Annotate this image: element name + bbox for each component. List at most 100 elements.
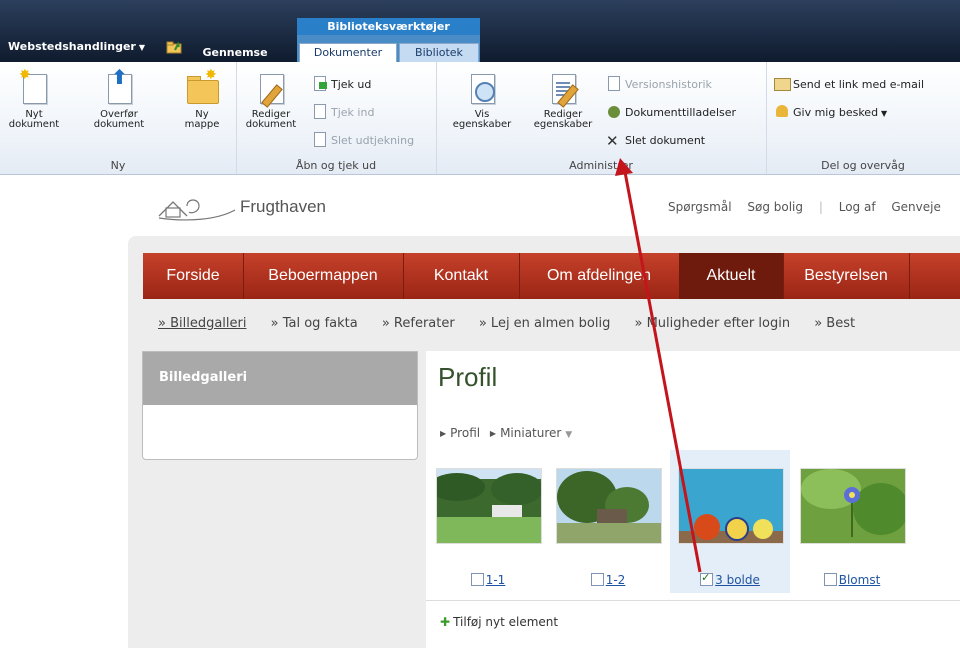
- new-document-icon: ✸: [17, 68, 51, 106]
- tab-browse[interactable]: Gennemse: [200, 44, 270, 62]
- thumbnail-link[interactable]: Blomst: [839, 573, 881, 587]
- group-label-manage: Administrer: [569, 159, 633, 172]
- new-document-button[interactable]: ✸ Nyt dokument: [6, 68, 62, 130]
- thumbnail-label: Blomst: [792, 573, 912, 587]
- breadcrumb-profil[interactable]: Profil: [450, 426, 480, 440]
- ribbon-group-manage: Vis egenskaber Rediger egenskaber Versio…: [436, 62, 767, 174]
- toplink-shortcuts[interactable]: Genveje: [891, 200, 941, 214]
- email-link-label: Send et link med e-mail: [793, 78, 924, 91]
- permissions-icon: [606, 104, 622, 118]
- plus-icon: ✚: [440, 615, 451, 629]
- subnav-item-muligheder[interactable]: » Muligheder efter login: [635, 316, 791, 331]
- thumbnail-label: 1-2: [548, 573, 668, 587]
- site-actions-menu[interactable]: Webstedshandlinger ▼: [8, 40, 145, 53]
- upload-document-button[interactable]: ⬆ Overfør dokument: [88, 67, 150, 130]
- nav-item-forside[interactable]: Forside: [143, 253, 244, 299]
- group-label-open: Åbn og tjek ud: [295, 159, 377, 172]
- check-out-icon: [312, 76, 328, 91]
- discard-checkout-icon: [312, 132, 328, 147]
- tab-documents[interactable]: Dokumenter: [299, 43, 397, 63]
- subnav-item-referater[interactable]: » Referater: [382, 316, 455, 331]
- check-out-button[interactable]: Tjek ud: [312, 76, 371, 94]
- thumbnail-link[interactable]: 1-2: [606, 573, 626, 587]
- thumbnail-item-selected[interactable]: 3 bolde: [670, 450, 790, 593]
- thumbnail-item[interactable]: 1-2: [548, 450, 668, 593]
- nav-item-beboermappen[interactable]: Beboermappen: [243, 253, 404, 299]
- alert-me-button[interactable]: Giv mig besked ▼: [774, 104, 887, 122]
- toplink-questions[interactable]: Spørgsmål: [668, 200, 732, 214]
- top-links: Spørgsmål Søg bolig | Log af Genveje: [668, 200, 953, 214]
- ribbon-top-bar: Webstedshandlinger ▼ Biblioteksværktøjer …: [0, 0, 960, 63]
- breadcrumb-miniaturer[interactable]: Miniaturer: [500, 426, 561, 440]
- site-logo-icon[interactable]: [157, 192, 237, 222]
- select-checkbox-checked[interactable]: [700, 571, 714, 586]
- delete-document-button[interactable]: ✕ Slet dokument: [606, 132, 705, 150]
- upload-document-label: Overfør dokument: [93, 109, 145, 130]
- thumbnail-link[interactable]: 1-1: [486, 573, 506, 587]
- subnav-item-lej-bolig[interactable]: » Lej en almen bolig: [479, 316, 611, 331]
- navigate-up-icon[interactable]: [166, 40, 182, 54]
- main-navigation: Forside Beboermappen Kontakt Om afdeling…: [143, 253, 960, 299]
- new-folder-label: Ny mappe: [184, 109, 220, 130]
- select-checkbox[interactable]: [590, 573, 604, 586]
- ribbon-group-new: ✸ Nyt dokument ⬆ Overfør dokument ✸ Ny m…: [0, 62, 237, 174]
- edit-properties-label: Rediger egenskaber: [533, 109, 593, 130]
- edit-properties-button[interactable]: Rediger egenskaber: [526, 72, 600, 130]
- edit-document-icon: [254, 72, 288, 108]
- subnav-item-best[interactable]: » Best: [814, 316, 855, 331]
- toplink-separator: |: [818, 200, 823, 214]
- document-permissions-button[interactable]: Dokumenttilladelser: [606, 104, 736, 122]
- email-icon: [774, 76, 791, 91]
- add-new-item-link[interactable]: ✚ Tilføj nyt element: [440, 615, 558, 629]
- version-history-button[interactable]: Versionshistorik: [606, 76, 712, 94]
- edit-properties-icon: [546, 72, 580, 108]
- view-properties-icon: [465, 72, 499, 106]
- check-out-label: Tjek ud: [331, 78, 372, 91]
- select-checkbox[interactable]: [823, 573, 837, 586]
- edit-document-label: Rediger dokument: [245, 109, 297, 130]
- ribbon-group-open: Rediger dokument Tjek ud Tjek ind Slet u…: [236, 62, 437, 174]
- nav-item-aktuelt[interactable]: Aktuelt: [679, 253, 784, 299]
- version-history-label: Versionshistorik: [625, 78, 712, 91]
- email-link-button[interactable]: Send et link med e-mail: [774, 76, 924, 94]
- thumbnail-item[interactable]: 1-1: [428, 450, 548, 593]
- left-panel: Billedgalleri: [142, 351, 418, 460]
- discard-checkout-label: Slet udtjekning: [331, 134, 415, 147]
- thumbnail-link[interactable]: 3 bolde: [715, 573, 760, 587]
- discard-checkout-button[interactable]: Slet udtjekning: [312, 132, 414, 150]
- nav-item-om-afdelingen[interactable]: Om afdelingen: [519, 253, 680, 299]
- subnav-item-tal-og-fakta[interactable]: » Tal og fakta: [271, 316, 358, 331]
- thumbnail-item[interactable]: Blomst: [792, 450, 912, 593]
- nav-item-kontakt[interactable]: Kontakt: [403, 253, 520, 299]
- nav-item-bestyrelsen[interactable]: Bestyrelsen: [783, 253, 910, 299]
- subnav-item-billedgalleri[interactable]: » Billedgalleri: [158, 316, 247, 331]
- toplink-search-home[interactable]: Søg bolig: [747, 200, 803, 214]
- site-title[interactable]: Frugthaven: [240, 197, 326, 217]
- chevron-down-icon[interactable]: ▼: [565, 430, 572, 440]
- thumbnail-image-3-bolde[interactable]: [678, 468, 784, 544]
- toplink-logout[interactable]: Log af: [839, 200, 876, 214]
- tab-library[interactable]: Bibliotek: [399, 43, 479, 63]
- library-tools-label: Biblioteksværktøjer: [297, 18, 480, 35]
- triangle-right-icon: ▶: [440, 429, 447, 438]
- view-properties-button[interactable]: Vis egenskaber: [444, 72, 520, 130]
- site-actions-label: Webstedshandlinger: [8, 40, 136, 53]
- check-in-icon: [312, 104, 328, 119]
- alert-me-label: Giv mig besked: [793, 106, 879, 119]
- thumbnail-image-blomst[interactable]: [800, 468, 906, 544]
- left-panel-title[interactable]: Billedgalleri: [143, 352, 417, 405]
- check-in-label: Tjek ind: [331, 106, 375, 119]
- page-title: Profil: [438, 362, 498, 392]
- thumbnail-image-1-2[interactable]: [556, 468, 662, 544]
- chevron-down-icon: ▼: [881, 109, 888, 118]
- thumbnail-label: 3 bolde: [670, 571, 790, 587]
- thumbnail-image-1-1[interactable]: [436, 468, 542, 544]
- select-checkbox[interactable]: [470, 573, 484, 586]
- new-folder-button[interactable]: ✸ Ny mappe: [180, 68, 224, 130]
- add-new-item-label: Tilføj nyt element: [453, 615, 559, 629]
- bell-icon: [774, 104, 790, 118]
- sub-navigation: » Billedgalleri » Tal og fakta » Referat…: [158, 316, 875, 331]
- edit-document-button[interactable]: Rediger dokument: [244, 72, 298, 130]
- check-in-button[interactable]: Tjek ind: [312, 104, 374, 122]
- view-properties-label: Vis egenskaber: [452, 109, 512, 130]
